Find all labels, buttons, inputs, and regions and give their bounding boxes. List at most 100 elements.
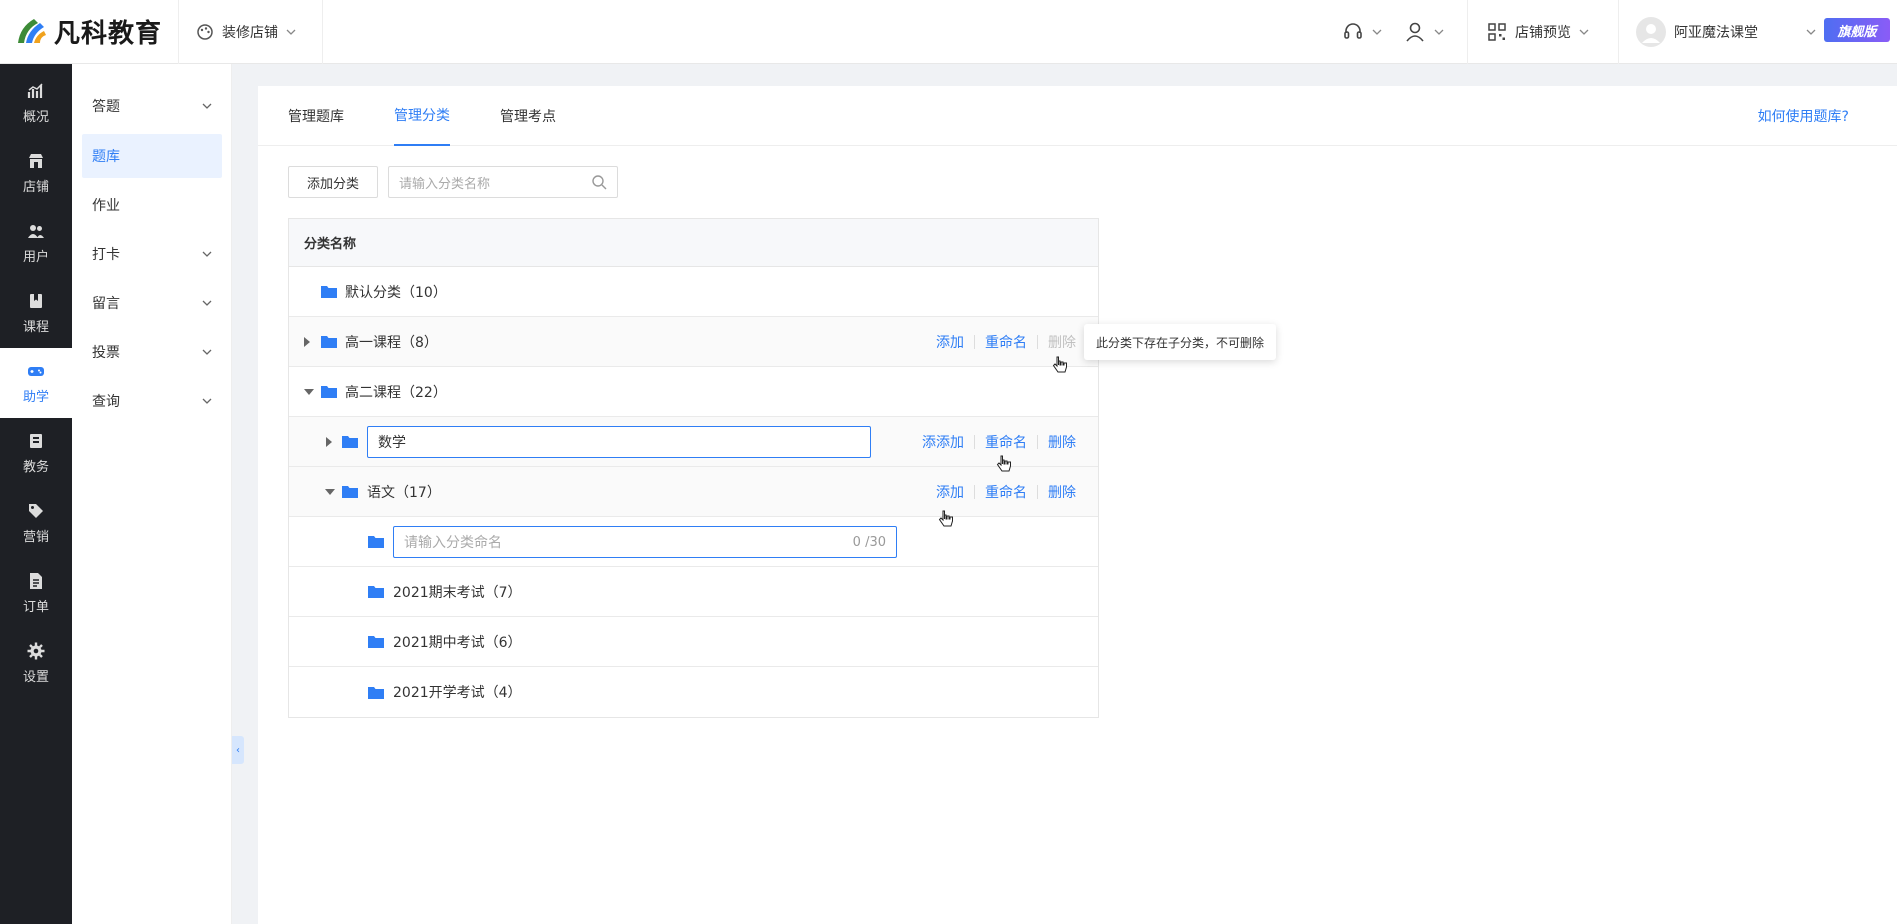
sidebar-item-label: 助学 bbox=[22, 389, 49, 405]
sidebar-item-label: 用户 bbox=[22, 249, 49, 265]
subnav-item-question-bank[interactable]: 题库 bbox=[82, 134, 222, 178]
tab-label: 管理考点 bbox=[500, 109, 556, 125]
sidebar-item-label: 教务 bbox=[22, 459, 49, 475]
rename-input[interactable]: 数学 bbox=[367, 426, 871, 458]
subnav-item-checkin[interactable]: 打卡 bbox=[82, 232, 222, 276]
table-header: 分类名称 bbox=[289, 219, 1098, 267]
sidebar-item-label: 课程 bbox=[22, 319, 49, 335]
delete-link[interactable]: 删除 bbox=[1048, 432, 1076, 452]
subnav-item-vote[interactable]: 投票 bbox=[82, 330, 222, 374]
add-category-button[interactable]: 添加分类 bbox=[288, 166, 378, 198]
tab-bar: 管理题库 管理分类 管理考点 如何使用题库? bbox=[258, 86, 1897, 146]
chart-icon bbox=[27, 82, 43, 98]
expand-arrow-icon[interactable] bbox=[304, 337, 310, 347]
subnav-item-homework[interactable]: 作业 bbox=[82, 183, 222, 227]
sidebar-item-store[interactable]: 店铺 bbox=[0, 138, 72, 208]
tab-manage-category[interactable]: 管理分类 bbox=[394, 86, 450, 146]
hand-cursor-icon bbox=[996, 455, 1011, 472]
sidebar-item-academic[interactable]: 教务 bbox=[0, 418, 72, 488]
row-actions: 添加 重命名 删除 bbox=[936, 467, 1076, 517]
store-decor-label: 装修店铺 bbox=[222, 25, 278, 41]
tab-label: 管理题库 bbox=[288, 109, 344, 125]
folder-icon bbox=[368, 686, 384, 699]
table-row[interactable]: 请输入分类命名 0 /30 bbox=[289, 517, 1098, 567]
table-row[interactable]: 高二课程（22） bbox=[289, 367, 1098, 417]
gear-icon bbox=[27, 642, 45, 659]
sidebar-item-orders[interactable]: 订单 bbox=[0, 558, 72, 628]
collapse-arrow-icon[interactable] bbox=[325, 489, 335, 495]
sidebar-item-courses[interactable]: 课程 bbox=[0, 278, 72, 348]
rename-link[interactable]: 重命名 bbox=[985, 332, 1027, 352]
table-row[interactable]: 2021期末考试（7） bbox=[289, 567, 1098, 617]
divider bbox=[1037, 335, 1038, 349]
tab-manage-bank[interactable]: 管理题库 bbox=[288, 86, 344, 146]
table-row[interactable]: 高一课程（8） 添加 重命名 删除 bbox=[289, 317, 1098, 367]
table-row[interactable]: 数学 添添加 重命名 删除 bbox=[289, 417, 1098, 467]
new-category-input[interactable]: 请输入分类命名 0 /30 bbox=[393, 526, 897, 558]
users-icon bbox=[28, 224, 44, 238]
sidebar-item-label: 订单 bbox=[22, 599, 49, 615]
chevron-down-icon bbox=[286, 29, 296, 35]
sidebar-item-label: 营销 bbox=[22, 529, 49, 545]
store-decor-button[interactable]: 装修店铺 bbox=[196, 0, 296, 64]
chevron-down-icon bbox=[202, 103, 212, 109]
add-link[interactable]: 添加 bbox=[936, 482, 964, 502]
sidebar-item-label: 概况 bbox=[22, 109, 49, 125]
search-input[interactable]: 请输入分类名称 bbox=[388, 166, 618, 198]
logo[interactable]: 凡科教育 bbox=[12, 12, 162, 50]
category-name: 2021期中考试（6） bbox=[393, 634, 522, 651]
add-link[interactable]: 添添加 bbox=[922, 432, 964, 452]
chevron-down-icon bbox=[1434, 29, 1444, 35]
table-row[interactable]: 语文（17） 添加 重命名 删除 bbox=[289, 467, 1098, 517]
tab-label: 管理分类 bbox=[394, 108, 450, 124]
table-row[interactable]: 2021开学考试（4） bbox=[289, 667, 1098, 717]
table-row[interactable]: 默认分类（10） bbox=[289, 267, 1098, 317]
divider bbox=[974, 485, 975, 499]
sidebar-item-settings[interactable]: 设置 bbox=[0, 628, 72, 698]
service-menu[interactable] bbox=[1342, 0, 1382, 64]
account-menu[interactable] bbox=[1404, 0, 1444, 64]
chevron-down-icon bbox=[202, 300, 212, 306]
palette-icon bbox=[197, 24, 213, 40]
rename-link[interactable]: 重命名 bbox=[985, 482, 1027, 502]
store-preview-button[interactable]: 店铺预览 bbox=[1487, 0, 1589, 64]
hand-cursor-icon bbox=[1052, 356, 1067, 373]
book-icon bbox=[30, 293, 42, 308]
sidebar-item-marketing[interactable]: 营销 bbox=[0, 488, 72, 558]
subnav-item-label: 作业 bbox=[92, 198, 120, 214]
sidebar-item-overview[interactable]: 概况 bbox=[0, 68, 72, 138]
category-name: 2021开学考试（4） bbox=[393, 685, 522, 701]
folder-icon bbox=[368, 536, 384, 548]
subnav-item-label: 题库 bbox=[92, 149, 120, 165]
sub-navigation: 答题 题库 作业 打卡 留言 投票 查询 bbox=[72, 64, 232, 924]
category-table: 分类名称 默认分类（10） 高一课程（8） 添加 重命名 删除 高二课程（22） bbox=[288, 218, 1099, 718]
search-icon[interactable] bbox=[591, 174, 607, 190]
delete-disabled-tooltip: 此分类下存在子分类，不可删除 bbox=[1084, 324, 1277, 360]
folder-icon bbox=[342, 486, 358, 498]
rename-input-value: 数学 bbox=[378, 435, 406, 451]
folder-icon bbox=[342, 436, 358, 448]
subnav-item-quiz[interactable]: 答题 bbox=[82, 84, 222, 128]
subnav-item-messages[interactable]: 留言 bbox=[82, 281, 222, 325]
table-row[interactable]: 2021期中考试（6） bbox=[289, 617, 1098, 667]
rename-link[interactable]: 重命名 bbox=[985, 432, 1027, 452]
delete-link[interactable]: 删除 bbox=[1048, 332, 1076, 352]
category-name: 默认分类（10） bbox=[345, 284, 447, 301]
sidebar-item-label: 设置 bbox=[22, 669, 49, 685]
collapse-subnav-button[interactable]: ‹ bbox=[232, 736, 244, 764]
user-icon bbox=[1406, 22, 1424, 42]
collapse-arrow-icon[interactable] bbox=[304, 389, 314, 395]
expand-arrow-icon[interactable] bbox=[326, 437, 332, 447]
sidebar-item-study[interactable]: 助学 bbox=[0, 348, 72, 418]
delete-link[interactable]: 删除 bbox=[1048, 482, 1076, 502]
help-link[interactable]: 如何使用题库? bbox=[1758, 86, 1849, 146]
sidebar-item-users[interactable]: 用户 bbox=[0, 208, 72, 278]
flagship-badge: 旗舰版 bbox=[1824, 18, 1890, 42]
divider bbox=[974, 435, 975, 449]
add-link[interactable]: 添加 bbox=[936, 332, 964, 352]
subnav-item-query[interactable]: 查询 bbox=[82, 379, 222, 423]
chevron-down-icon bbox=[202, 398, 212, 404]
user-profile-menu[interactable]: 阿亚魔法课堂 bbox=[1636, 0, 1816, 64]
tab-manage-points[interactable]: 管理考点 bbox=[500, 86, 556, 146]
divider bbox=[1037, 435, 1038, 449]
